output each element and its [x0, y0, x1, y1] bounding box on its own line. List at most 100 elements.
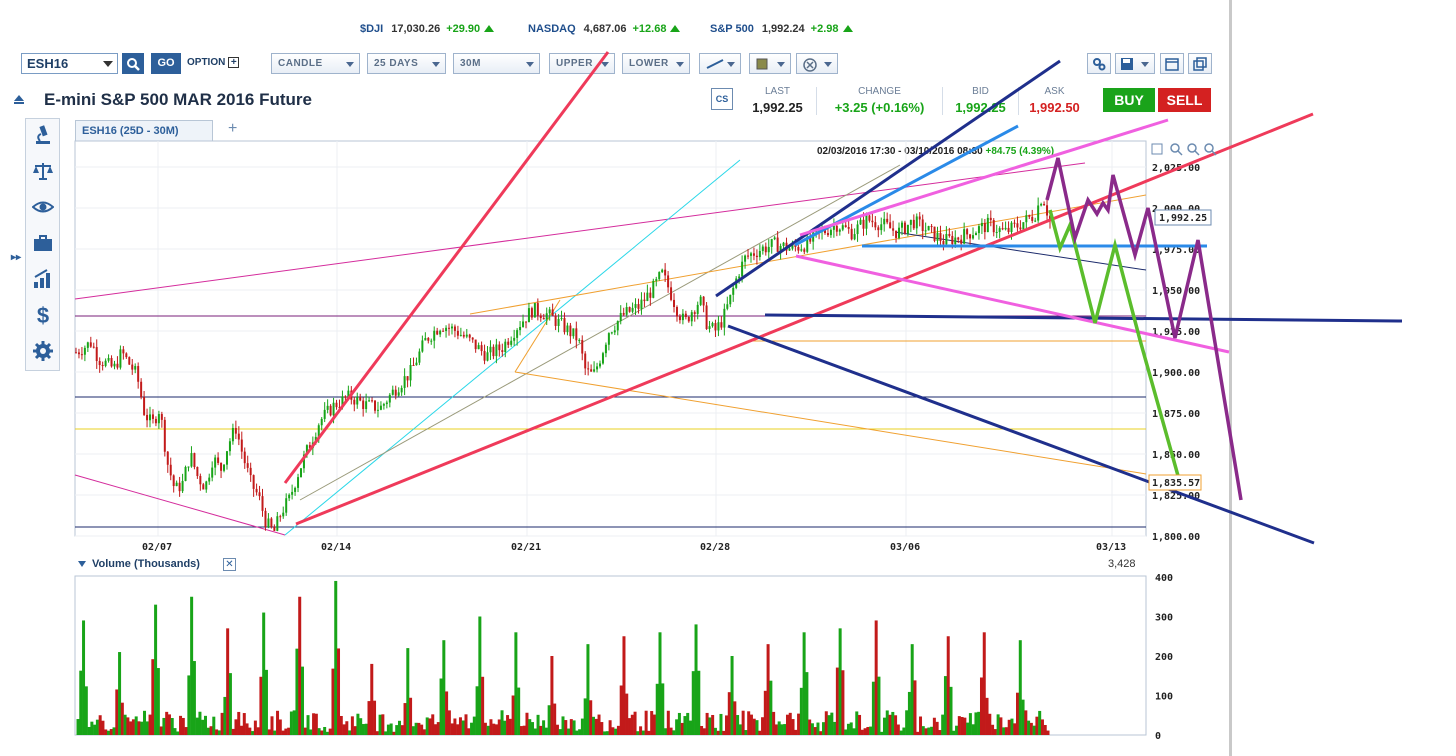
- candle-body: [572, 328, 575, 337]
- volume-bar: [1010, 718, 1014, 735]
- volume-bar: [1027, 720, 1031, 735]
- volume-bar: [300, 666, 304, 735]
- candle-body: [220, 462, 223, 471]
- candle-body: [584, 353, 587, 369]
- candle-body: [430, 340, 433, 342]
- volume-bar: [165, 711, 169, 735]
- candle-body: [448, 327, 451, 329]
- zoom-in-icon[interactable]: [1170, 143, 1183, 156]
- candle-body: [673, 299, 676, 308]
- candle-body: [1001, 228, 1004, 230]
- volume-bar: [694, 624, 698, 735]
- date-axis: 02/07 02/14 02/21 02/28 03/06 03/13: [142, 542, 1126, 553]
- candle-body: [871, 220, 874, 223]
- volume-bar: [134, 716, 138, 735]
- volume-bar: [808, 719, 812, 735]
- volume-bar: [517, 687, 521, 735]
- candle-body: [1010, 222, 1013, 233]
- volume-bar: [594, 718, 598, 735]
- candle-body: [1004, 227, 1007, 230]
- zoom-reset-icon[interactable]: [1204, 143, 1217, 156]
- volume-bar: [409, 697, 413, 735]
- candle-body: [211, 467, 214, 478]
- candle-body: [921, 219, 924, 232]
- volume-bar: [478, 616, 482, 735]
- volume-bar: [896, 724, 900, 735]
- volume-bar: [226, 628, 230, 735]
- volume-bar: [234, 719, 238, 735]
- candle-body: [86, 342, 89, 348]
- volume-bar: [866, 726, 870, 735]
- volume-bar: [217, 730, 221, 735]
- candle-body: [439, 330, 442, 335]
- candle-body: [563, 318, 566, 333]
- volume-bar: [456, 724, 460, 735]
- volume-bar: [611, 727, 615, 735]
- volume-bar: [242, 713, 246, 735]
- volume-bar: [187, 675, 191, 735]
- candle-body: [930, 226, 933, 228]
- candle-body: [587, 368, 590, 370]
- candle-body: [575, 328, 578, 341]
- candle-body: [832, 225, 835, 230]
- zoom-controls[interactable]: [1151, 143, 1217, 156]
- candle-body: [933, 226, 936, 241]
- candle-body: [1019, 227, 1022, 230]
- candle-body: [299, 468, 302, 478]
- volume-bar: [403, 703, 407, 735]
- volume-bar: [467, 728, 471, 735]
- volume-bar: [605, 731, 609, 735]
- candle-body: [492, 346, 495, 357]
- volume-bar: [104, 729, 108, 735]
- volume-bar: [392, 731, 396, 735]
- volume-bar: [295, 648, 299, 735]
- candlestick-series: [75, 197, 1051, 532]
- candle-body: [160, 414, 163, 420]
- volume-bar: [705, 712, 709, 735]
- volume-bar: [159, 726, 163, 735]
- candle-body: [868, 215, 871, 221]
- candle-body: [231, 427, 234, 442]
- candle-body: [193, 453, 196, 467]
- volume-bar: [788, 712, 792, 735]
- price-chart[interactable]: 2,025.002,000.001,975.001,950.001,925.00…: [0, 0, 1456, 756]
- volume-bar: [314, 713, 318, 735]
- fit-icon[interactable]: [1151, 143, 1163, 155]
- candle-body: [388, 394, 391, 403]
- volume-bar: [539, 725, 543, 735]
- volume-bar: [761, 717, 765, 735]
- volume-bar: [209, 726, 213, 735]
- candle-body: [741, 261, 744, 277]
- volume-bar: [348, 730, 352, 735]
- volume-bar: [591, 716, 595, 735]
- volume-bar: [586, 644, 590, 735]
- candle-body: [75, 352, 77, 354]
- volume-bar: [337, 648, 341, 735]
- candle-body: [110, 358, 113, 367]
- candle-body: [702, 296, 705, 306]
- volume-bar: [370, 663, 374, 735]
- candle-body: [143, 397, 146, 415]
- candle-body: [107, 358, 110, 361]
- volume-bar: [949, 686, 953, 735]
- candle-body: [128, 357, 131, 365]
- volume-bar: [738, 724, 742, 735]
- candle-body: [243, 451, 246, 464]
- candle-body: [178, 482, 181, 492]
- candle-body: [969, 234, 972, 239]
- volume-bar: [708, 717, 712, 735]
- volume-bar: [431, 714, 435, 735]
- volume-bar: [791, 719, 795, 735]
- candle-body: [560, 318, 563, 320]
- zoom-out-icon[interactable]: [1187, 143, 1200, 156]
- volume-bar: [550, 656, 554, 735]
- volume-bar: [123, 714, 127, 735]
- candle-body: [196, 466, 199, 477]
- volume-bar: [112, 727, 116, 735]
- candle-body: [498, 344, 501, 351]
- volume-bar: [641, 730, 645, 735]
- volume-bar: [805, 672, 809, 735]
- candle-body: [344, 396, 347, 398]
- volume-bar: [76, 719, 80, 735]
- volume-bar: [181, 717, 185, 735]
